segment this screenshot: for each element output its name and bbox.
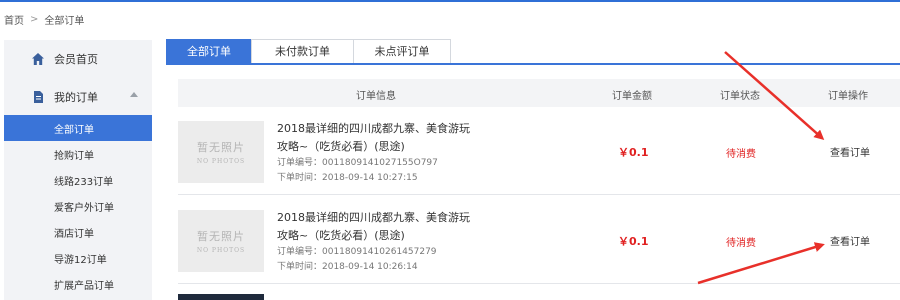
- header-order-amount: 订单金额: [612, 91, 652, 102]
- order-status: 待消费: [726, 149, 756, 160]
- document-icon: [34, 91, 43, 103]
- order-number: 订单编号：00118091410261457279: [277, 247, 437, 257]
- product-thumbnail[interactable]: 暂无照片 NO PHOTOS: [178, 210, 264, 272]
- chevron-up-icon[interactable]: [130, 92, 138, 97]
- thumbnail-placeholder-subtext: NO PHOTOS: [196, 247, 246, 254]
- top-accent-line: [0, 0, 900, 2]
- order-amount: ￥0.1: [618, 235, 649, 248]
- sidebar-subitem-hotel-orders[interactable]: 酒店订单: [4, 219, 152, 245]
- table-row: 暂无照片 NO PHOTOS 2018最详细的四川成都九寨、美食游玩 攻略~（吃…: [178, 196, 900, 284]
- view-order-link[interactable]: 查看订单: [830, 233, 870, 248]
- order-number: 订单编号：0011809141027155O797: [277, 158, 438, 168]
- tab-all-orders[interactable]: 全部订单: [166, 39, 252, 64]
- breadcrumb: 首页 > 全部订单: [4, 12, 84, 27]
- breadcrumb-home[interactable]: 首页: [4, 12, 24, 27]
- thumbnail-placeholder-text: 暂无照片: [197, 141, 245, 154]
- product-title-line-1[interactable]: 2018最详细的四川成都九寨、美食游玩: [277, 209, 497, 227]
- sidebar-item-member-home[interactable]: 会员首页: [4, 42, 152, 76]
- header-order-action: 订单操作: [828, 91, 868, 102]
- order-time: 下单时间：2018-09-14 10:26:14: [277, 262, 418, 272]
- tab-unpaid-orders[interactable]: 未付款订单: [251, 39, 354, 64]
- order-tabs: 全部订单 未付款订单 未点评订单: [166, 39, 451, 64]
- tab-unreviewed-orders[interactable]: 未点评订单: [353, 39, 451, 64]
- header-order-info: 订单信息: [356, 91, 396, 102]
- sidebar-item-label: 我的订单: [54, 91, 98, 104]
- product-title-line-2[interactable]: 攻略~（吃货必看）(思途): [277, 227, 497, 245]
- table-row: 暂无照片 NO PHOTOS 2018最详细的四川成都九寨、美食游玩 攻略~（吃…: [178, 107, 900, 195]
- product-thumbnail[interactable]: 暂无照片 NO PHOTOS: [178, 121, 264, 183]
- sidebar-subitem-outdoor-orders[interactable]: 爱客户外订单: [4, 193, 152, 219]
- sidebar: 会员首页 我的订单 全部订单 抢购订单 线路233订单 爱客户外订单 酒店订单 …: [4, 40, 152, 300]
- breadcrumb-separator: >: [30, 14, 39, 25]
- order-time: 下单时间：2018-09-14 10:27:15: [277, 173, 418, 183]
- sidebar-item-label: 会员首页: [54, 53, 98, 66]
- sidebar-subitem-all-orders[interactable]: 全部订单: [4, 115, 152, 141]
- product-title-line-2[interactable]: 攻略~（吃货必看）(思途): [277, 138, 497, 156]
- home-icon: [32, 53, 44, 65]
- header-order-status: 订单状态: [720, 91, 760, 102]
- sidebar-subitem-flash-sale-orders[interactable]: 抢购订单: [4, 141, 152, 167]
- view-order-link[interactable]: 查看订单: [830, 144, 870, 159]
- order-info: 2018最详细的四川成都九寨、美食游玩 攻略~（吃货必看）(思途) 订单编号：0…: [277, 120, 497, 186]
- thumbnail-placeholder-subtext: NO PHOTOS: [196, 158, 246, 165]
- sidebar-subitem-route-orders[interactable]: 线路233订单: [4, 167, 152, 193]
- product-thumbnail[interactable]: [178, 294, 264, 300]
- sidebar-subitem-extension-orders[interactable]: 扩展产品订单: [4, 271, 152, 297]
- order-status: 待消费: [726, 238, 756, 249]
- sidebar-subitem-guide-orders[interactable]: 导游12订单: [4, 245, 152, 271]
- order-info: 2018最详细的四川成都九寨、美食游玩 攻略~（吃货必看）(思途) 订单编号：0…: [277, 209, 497, 275]
- product-title-line-1[interactable]: 2018最详细的四川成都九寨、美食游玩: [277, 120, 497, 138]
- table-header: 订单信息 订单金额 订单状态 订单操作: [178, 79, 900, 107]
- thumbnail-placeholder-text: 暂无照片: [197, 230, 245, 243]
- tab-underline: [166, 63, 900, 65]
- sidebar-item-my-orders[interactable]: 我的订单: [4, 80, 152, 114]
- breadcrumb-current: 全部订单: [44, 16, 85, 27]
- order-amount: ￥0.1: [618, 146, 649, 159]
